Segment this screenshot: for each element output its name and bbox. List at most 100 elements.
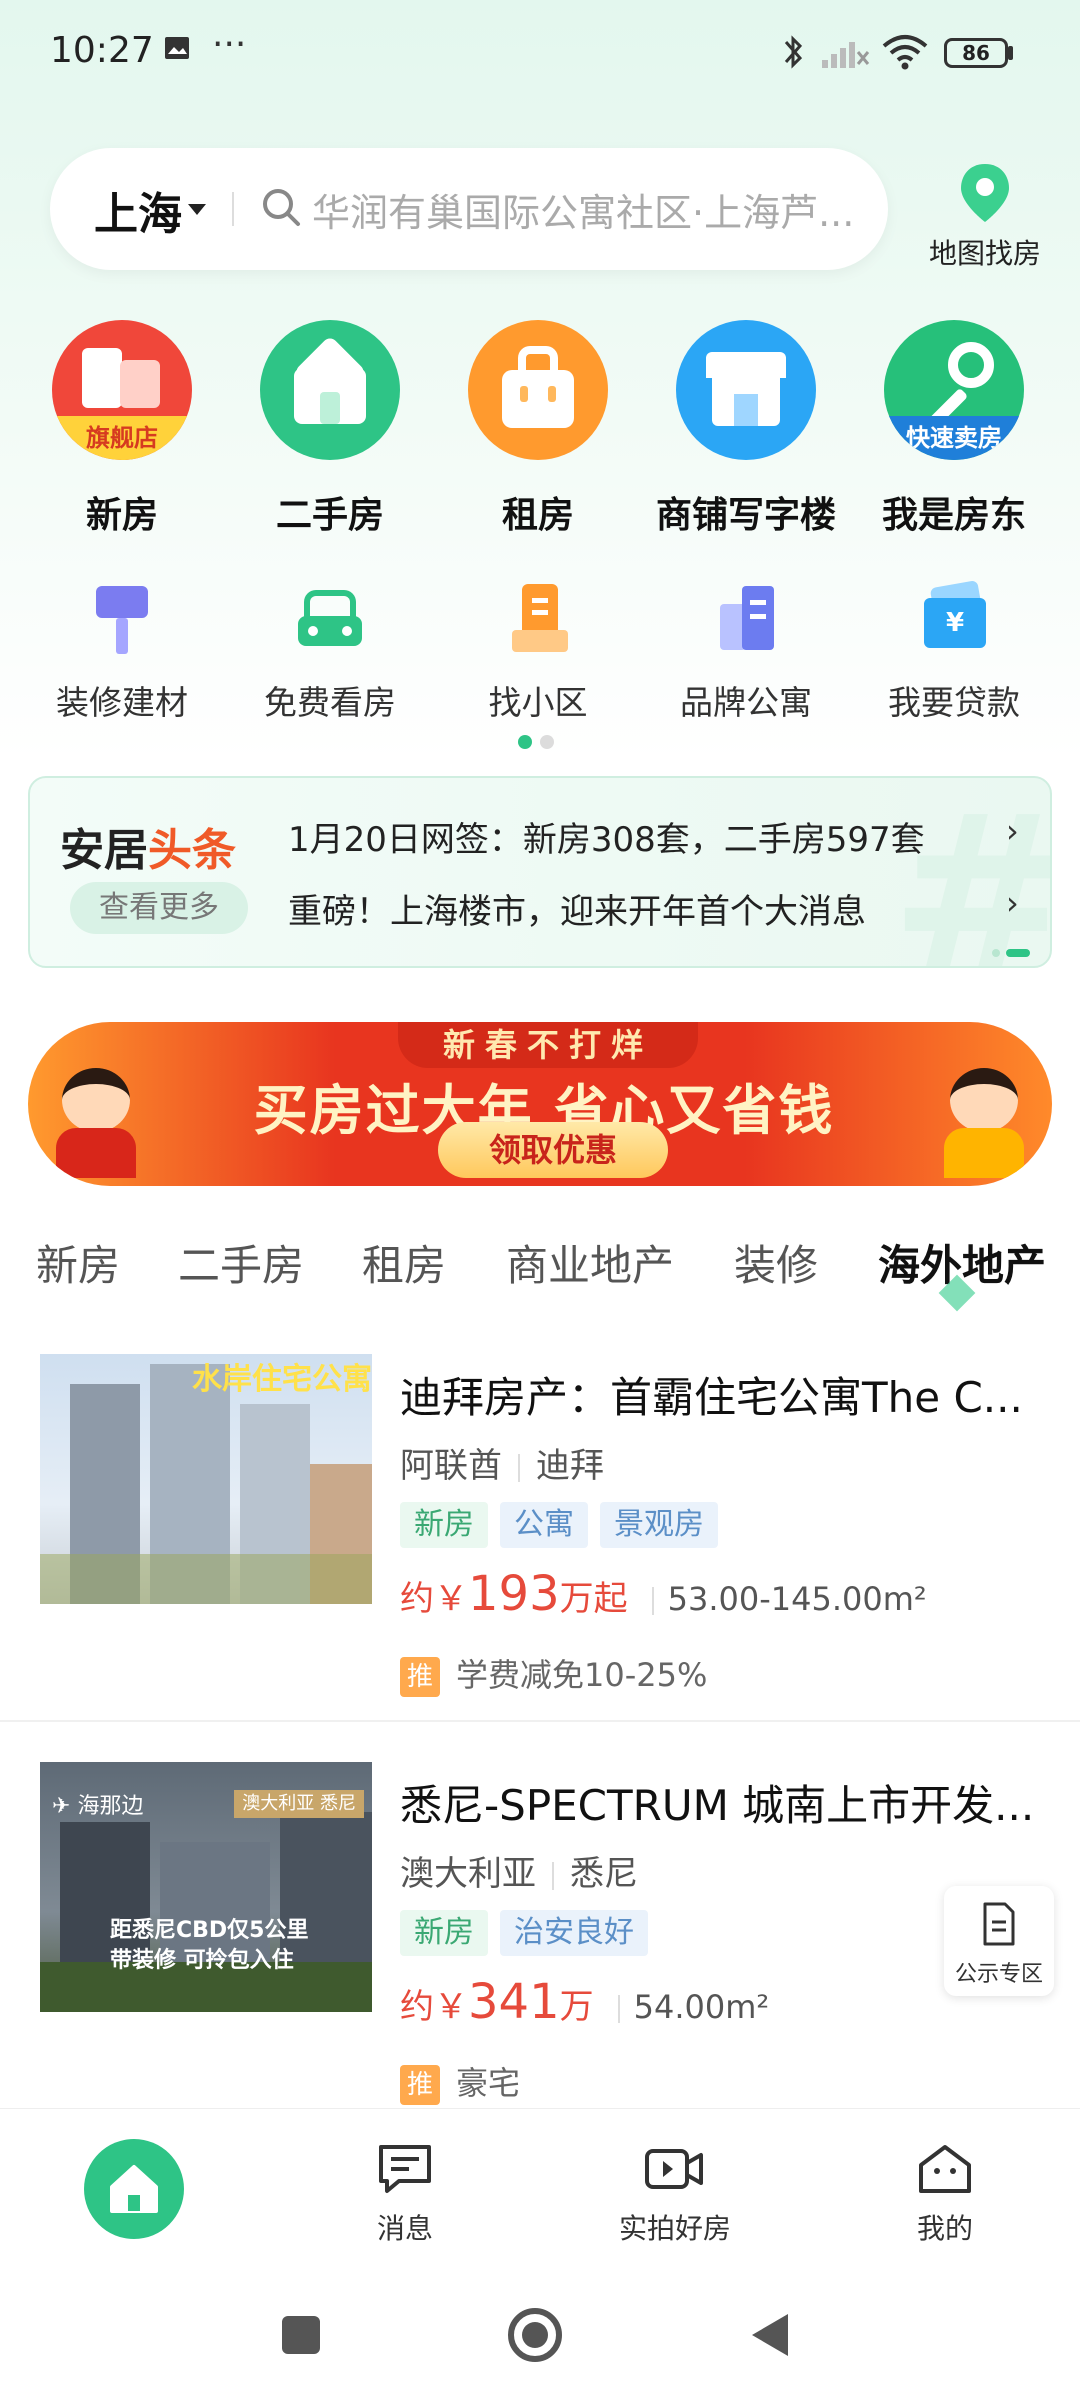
tab-new-house[interactable]: 新房: [36, 1232, 120, 1293]
car-icon: [290, 580, 370, 660]
back-icon[interactable]: [748, 2310, 792, 2360]
tab-second-hand[interactable]: 二手房: [178, 1232, 304, 1293]
key-icon: 快速卖房: [884, 320, 1024, 460]
nav-loan[interactable]: ¥ 我要贷款: [850, 580, 1058, 724]
chevron-right-icon[interactable]: ›: [1006, 884, 1019, 922]
area-value: 53.00-145.00m²: [667, 1580, 927, 1618]
news-logo-part-b: 头条: [148, 825, 236, 876]
thumbnail-caption: 带装修 可拎包入住: [110, 1948, 294, 1973]
profile-house-icon: [919, 2145, 971, 2193]
system-navigation: [0, 2264, 1080, 2400]
listing-price: 约￥193万起 53.00-145.00m²: [400, 1566, 927, 1622]
tab-commercial[interactable]: 商业地产: [506, 1232, 674, 1293]
child-illustration-icon: [48, 1068, 144, 1178]
bluetooth-icon: [784, 35, 803, 69]
listing-thumbnail[interactable]: 水岸住宅公寓: [40, 1354, 372, 1604]
search-bar[interactable]: 上海 华润有巢国际公寓社区·上海芦...: [50, 148, 888, 270]
nav-brand-apartment[interactable]: 品牌公寓: [642, 580, 850, 724]
building-icon: [498, 580, 578, 660]
price-value: 193: [468, 1566, 560, 1622]
listing-thumbnail[interactable]: ✈ 海那边 澳大利亚 悉尼 距悉尼CBD仅5公里 带装修 可拎包入住: [40, 1762, 372, 2012]
flagship-ribbon: 旗舰店: [52, 416, 192, 460]
news-more-button[interactable]: 查看更多: [70, 882, 248, 934]
nav-decoration-label: 装修建材: [56, 683, 188, 722]
listing-area: 54.00m²: [604, 1988, 770, 2026]
page-dot: [540, 735, 554, 749]
nav-real-shots-label: 实拍好房: [618, 2212, 731, 2245]
nav-new-house-label: 新房: [85, 495, 158, 536]
listing-promo: 推豪宅: [400, 2058, 520, 2105]
battery-tip: [1008, 46, 1013, 60]
nav-shop-office-label: 商铺写字楼: [655, 495, 836, 536]
loan-card-icon: ¥: [914, 580, 994, 660]
price-value: 341: [468, 1974, 560, 2030]
hash-decoration: #: [890, 778, 1050, 966]
banner-headline: 买房过大年 省心又省钱: [253, 1079, 835, 1142]
nav-brand-apartment-label: 品牌公寓: [680, 683, 812, 722]
map-search-button[interactable]: 地图找房: [920, 160, 1050, 270]
promo-text: 豪宅: [456, 2064, 521, 2102]
battery-level: 86: [962, 41, 990, 65]
thumbnail-caption: 距悉尼CBD仅5公里: [110, 1918, 309, 1943]
map-search-label: 地图找房: [928, 237, 1041, 270]
nav-landlord-label: 我是房东: [881, 495, 1026, 536]
search-input[interactable]: 华润有巢国际公寓社区·上海芦...: [312, 182, 852, 237]
nav-find-community[interactable]: 找小区: [434, 580, 642, 724]
city-selector[interactable]: 上海: [94, 178, 182, 242]
listing-location: 阿联酋 迪拜: [400, 1438, 604, 1487]
nav-landlord[interactable]: 快速卖房 我是房东: [850, 320, 1058, 538]
home-button-icon[interactable]: [508, 2308, 562, 2362]
nav-second-hand-label: 二手房: [275, 495, 384, 536]
message-icon: [379, 2145, 431, 2193]
price-suffix: 万: [559, 1987, 594, 2027]
news-headline-1[interactable]: 1月20日网签：新房308套，二手房597套: [288, 812, 925, 861]
news-headline-2[interactable]: 重磅！上海楼市，迎来开年首个大消息: [288, 884, 866, 933]
nav-profile-label: 我的: [916, 2212, 973, 2245]
recommend-badge: 推: [400, 1657, 440, 1697]
nav-free-viewing[interactable]: 免费看房: [226, 580, 434, 724]
recent-apps-icon[interactable]: [282, 2316, 320, 2354]
listing-title[interactable]: 悉尼-SPECTRUM 城南上市开发...: [400, 1772, 1040, 1833]
nav-messages-label: 消息: [376, 2212, 433, 2245]
claim-offer-button[interactable]: 领取优惠: [438, 1122, 668, 1178]
nav-rent[interactable]: 租房: [434, 320, 642, 538]
tag: 新房: [400, 1910, 488, 1956]
news-pager: [992, 942, 1030, 961]
news-card[interactable]: # 安居头条 查看更多 1月20日网签：新房308套，二手房597套 › 重磅！…: [28, 776, 1052, 968]
promo-banner[interactable]: 新春不打烊 买房过大年 省心又省钱 领取优惠: [28, 1022, 1052, 1186]
listing-country: 澳大利亚: [400, 1854, 536, 1894]
apartment-icon: [706, 580, 786, 660]
bottom-nav: 消息 实拍好房 我的: [0, 2108, 1080, 2264]
chevron-right-icon[interactable]: ›: [1006, 812, 1019, 850]
gallery-icon: [165, 37, 189, 59]
thumbnail-region-tag: 澳大利亚 悉尼: [234, 1790, 364, 1818]
tag: 公寓: [500, 1502, 588, 1548]
paint-brush-icon: [82, 580, 162, 660]
price-prefix: 约￥: [400, 1579, 468, 1619]
status-bar: 10:27 ··· 86: [0, 0, 1080, 110]
chevron-down-icon[interactable]: [188, 204, 206, 215]
nav-new-house[interactable]: 旗舰店 新房: [18, 320, 226, 538]
public-zone-button[interactable]: 公示专区: [944, 1886, 1054, 1996]
tab-rent[interactable]: 租房: [362, 1232, 446, 1293]
recommend-badge: 推: [400, 2065, 440, 2105]
category-tabs: 新房 二手房 租房 商业地产 装修 海外地产: [0, 1232, 1080, 1312]
bag-icon: [468, 320, 608, 460]
listing-area: 53.00-145.00m²: [638, 1580, 927, 1618]
listing-card[interactable]: ✈ 海那边 澳大利亚 悉尼 距悉尼CBD仅5公里 带装修 可拎包入住 悉尼-SP…: [0, 1762, 1080, 2105]
new-house-icon: 旗舰店: [52, 320, 192, 460]
listing-title[interactable]: 迪拜房产：首霸住宅公寓The C...: [400, 1364, 1040, 1425]
listing-card[interactable]: 水岸住宅公寓 迪拜房产：首霸住宅公寓The C... 阿联酋 迪拜 新房 公寓 景观房…: [0, 1354, 1080, 1697]
nav-second-hand[interactable]: 二手房: [226, 320, 434, 538]
tab-decoration[interactable]: 装修: [734, 1232, 818, 1293]
nav-shop-office[interactable]: 商铺写字楼: [642, 320, 850, 538]
search-icon: [263, 189, 300, 226]
area-value: 54.00m²: [633, 1988, 770, 2026]
map-pin-icon: [961, 164, 1009, 222]
quick-sell-ribbon: 快速卖房: [884, 416, 1024, 460]
secondary-nav: 装修建材 免费看房 找小区 品牌公寓 ¥ 我要贷款: [0, 580, 1080, 722]
thumbnail-brand-text: 海那边: [77, 1794, 144, 1819]
battery-icon: 86: [944, 38, 1008, 68]
nav-decoration[interactable]: 装修建材: [18, 580, 226, 724]
news-logo: 安居头条: [60, 814, 236, 878]
